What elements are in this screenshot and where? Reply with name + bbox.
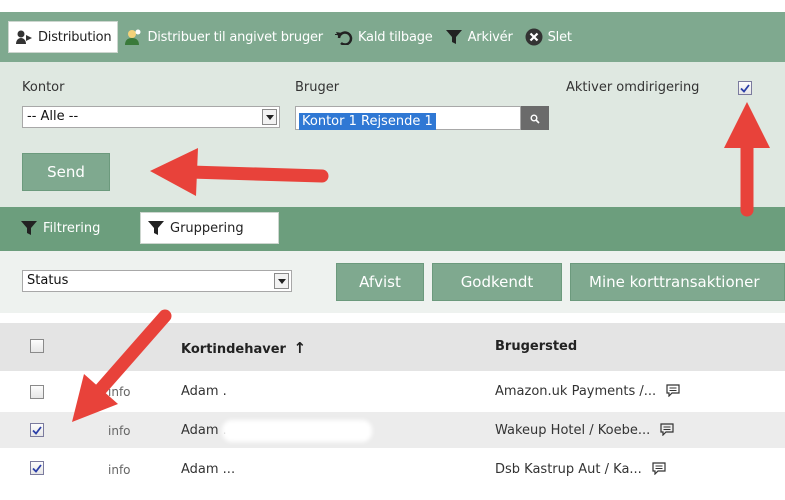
kontor-label: Kontor xyxy=(22,80,65,95)
merchant-cell: Dsb Kastrup Aut / Ka... xyxy=(495,462,666,479)
row-checkbox[interactable] xyxy=(30,461,44,475)
chevron-down-icon[interactable] xyxy=(262,109,277,125)
table-row[interactable]: info Adam ... Dsb Kastrup Aut / Ka... xyxy=(0,450,785,486)
comment-icon[interactable] xyxy=(666,384,680,401)
merchant-text: Dsb Kastrup Aut / Ka... xyxy=(495,462,642,477)
checkmark-icon xyxy=(32,425,42,435)
merchant-text: Amazon.uk Payments /... xyxy=(495,384,657,399)
my-card-transactions-button[interactable]: Mine korttransaktioner xyxy=(570,263,785,301)
column-header-merchant[interactable]: Brugersted xyxy=(495,339,577,354)
funnel-icon xyxy=(147,219,165,237)
delete-label: Slet xyxy=(547,29,572,45)
funnel-icon xyxy=(445,28,463,46)
merchant-cell: Amazon.uk Payments /... xyxy=(495,384,680,401)
bruger-search-button[interactable] xyxy=(521,106,549,130)
bruger-lookup[interactable]: Kontor 1 Rejsende 1 xyxy=(295,106,551,130)
undo-icon xyxy=(334,28,353,46)
table-row[interactable]: info Adam .. Wakeup Hotel / Koebe... xyxy=(0,412,785,448)
info-link[interactable]: info xyxy=(108,424,131,438)
merchant-cell: Wakeup Hotel / Koebe... xyxy=(495,423,674,440)
distribution-icon xyxy=(15,28,33,46)
status-select-value: Status xyxy=(27,273,69,288)
grid-header xyxy=(0,323,785,371)
search-icon xyxy=(530,109,540,128)
comment-icon[interactable] xyxy=(660,423,674,440)
column-header-cardholder-label: Kortindehaver xyxy=(181,342,286,357)
status-select[interactable]: Status xyxy=(22,270,292,292)
delete-button[interactable]: Slet xyxy=(519,22,578,52)
cardholder-cell: Adam ... xyxy=(181,462,236,477)
assign-user-label: Distribuer til angivet bruger xyxy=(147,29,323,45)
row-checkbox[interactable] xyxy=(30,423,44,437)
assign-user-button[interactable]: Distribuer til angivet bruger xyxy=(118,22,329,52)
info-link[interactable]: info xyxy=(108,463,131,477)
bruger-input[interactable]: Kontor 1 Rejsende 1 xyxy=(295,106,521,130)
archive-button[interactable]: Arkivér xyxy=(439,22,519,52)
send-button[interactable]: Send xyxy=(22,153,110,191)
bruger-input-value: Kontor 1 Rejsende 1 xyxy=(299,113,436,130)
tab-filtrering-label: Filtrering xyxy=(43,220,101,236)
merchant-text: Wakeup Hotel / Koebe... xyxy=(495,423,651,438)
archive-label: Arkivér xyxy=(467,29,513,45)
godkendt-button[interactable]: Godkendt xyxy=(432,263,562,301)
sort-ascending-icon: ↑ xyxy=(293,339,307,357)
recall-label: Kald tilbage xyxy=(357,29,433,45)
delete-icon xyxy=(525,28,543,46)
comment-icon[interactable] xyxy=(652,462,666,479)
funnel-icon xyxy=(20,219,38,237)
tab-gruppering[interactable]: Gruppering xyxy=(140,212,279,244)
column-header-cardholder[interactable]: Kortindehaver ↑ xyxy=(181,339,306,357)
afvist-button[interactable]: Afvist xyxy=(336,263,424,301)
checkmark-icon xyxy=(32,463,42,473)
assign-user-icon xyxy=(124,28,142,46)
tab-gruppering-label: Gruppering xyxy=(170,220,244,236)
checkmark-icon xyxy=(740,83,750,93)
chevron-down-icon[interactable] xyxy=(274,273,289,289)
cardholder-cell: Adam . xyxy=(181,384,227,399)
table-row[interactable]: info Adam . Amazon.uk Payments /... xyxy=(0,374,785,410)
kontor-select[interactable]: -- Alle -- xyxy=(22,106,280,128)
redirect-label: Aktiver omdirigering xyxy=(566,80,700,95)
main-toolbar: Distribution Distribuer til angivet brug… xyxy=(0,12,785,62)
distribution-button[interactable]: Distribution xyxy=(8,21,119,53)
row-checkbox[interactable] xyxy=(30,385,44,399)
tab-filtrering[interactable]: Filtrering xyxy=(14,212,138,244)
redirect-checkbox[interactable] xyxy=(738,81,752,95)
recall-button[interactable]: Kald tilbage xyxy=(329,22,439,52)
redaction-blur xyxy=(222,420,372,442)
select-all-checkbox[interactable] xyxy=(30,339,44,353)
info-link[interactable]: info xyxy=(108,385,131,399)
bruger-label: Bruger xyxy=(295,80,340,95)
kontor-select-value: -- Alle -- xyxy=(27,109,79,124)
distribution-label: Distribution xyxy=(38,29,112,45)
